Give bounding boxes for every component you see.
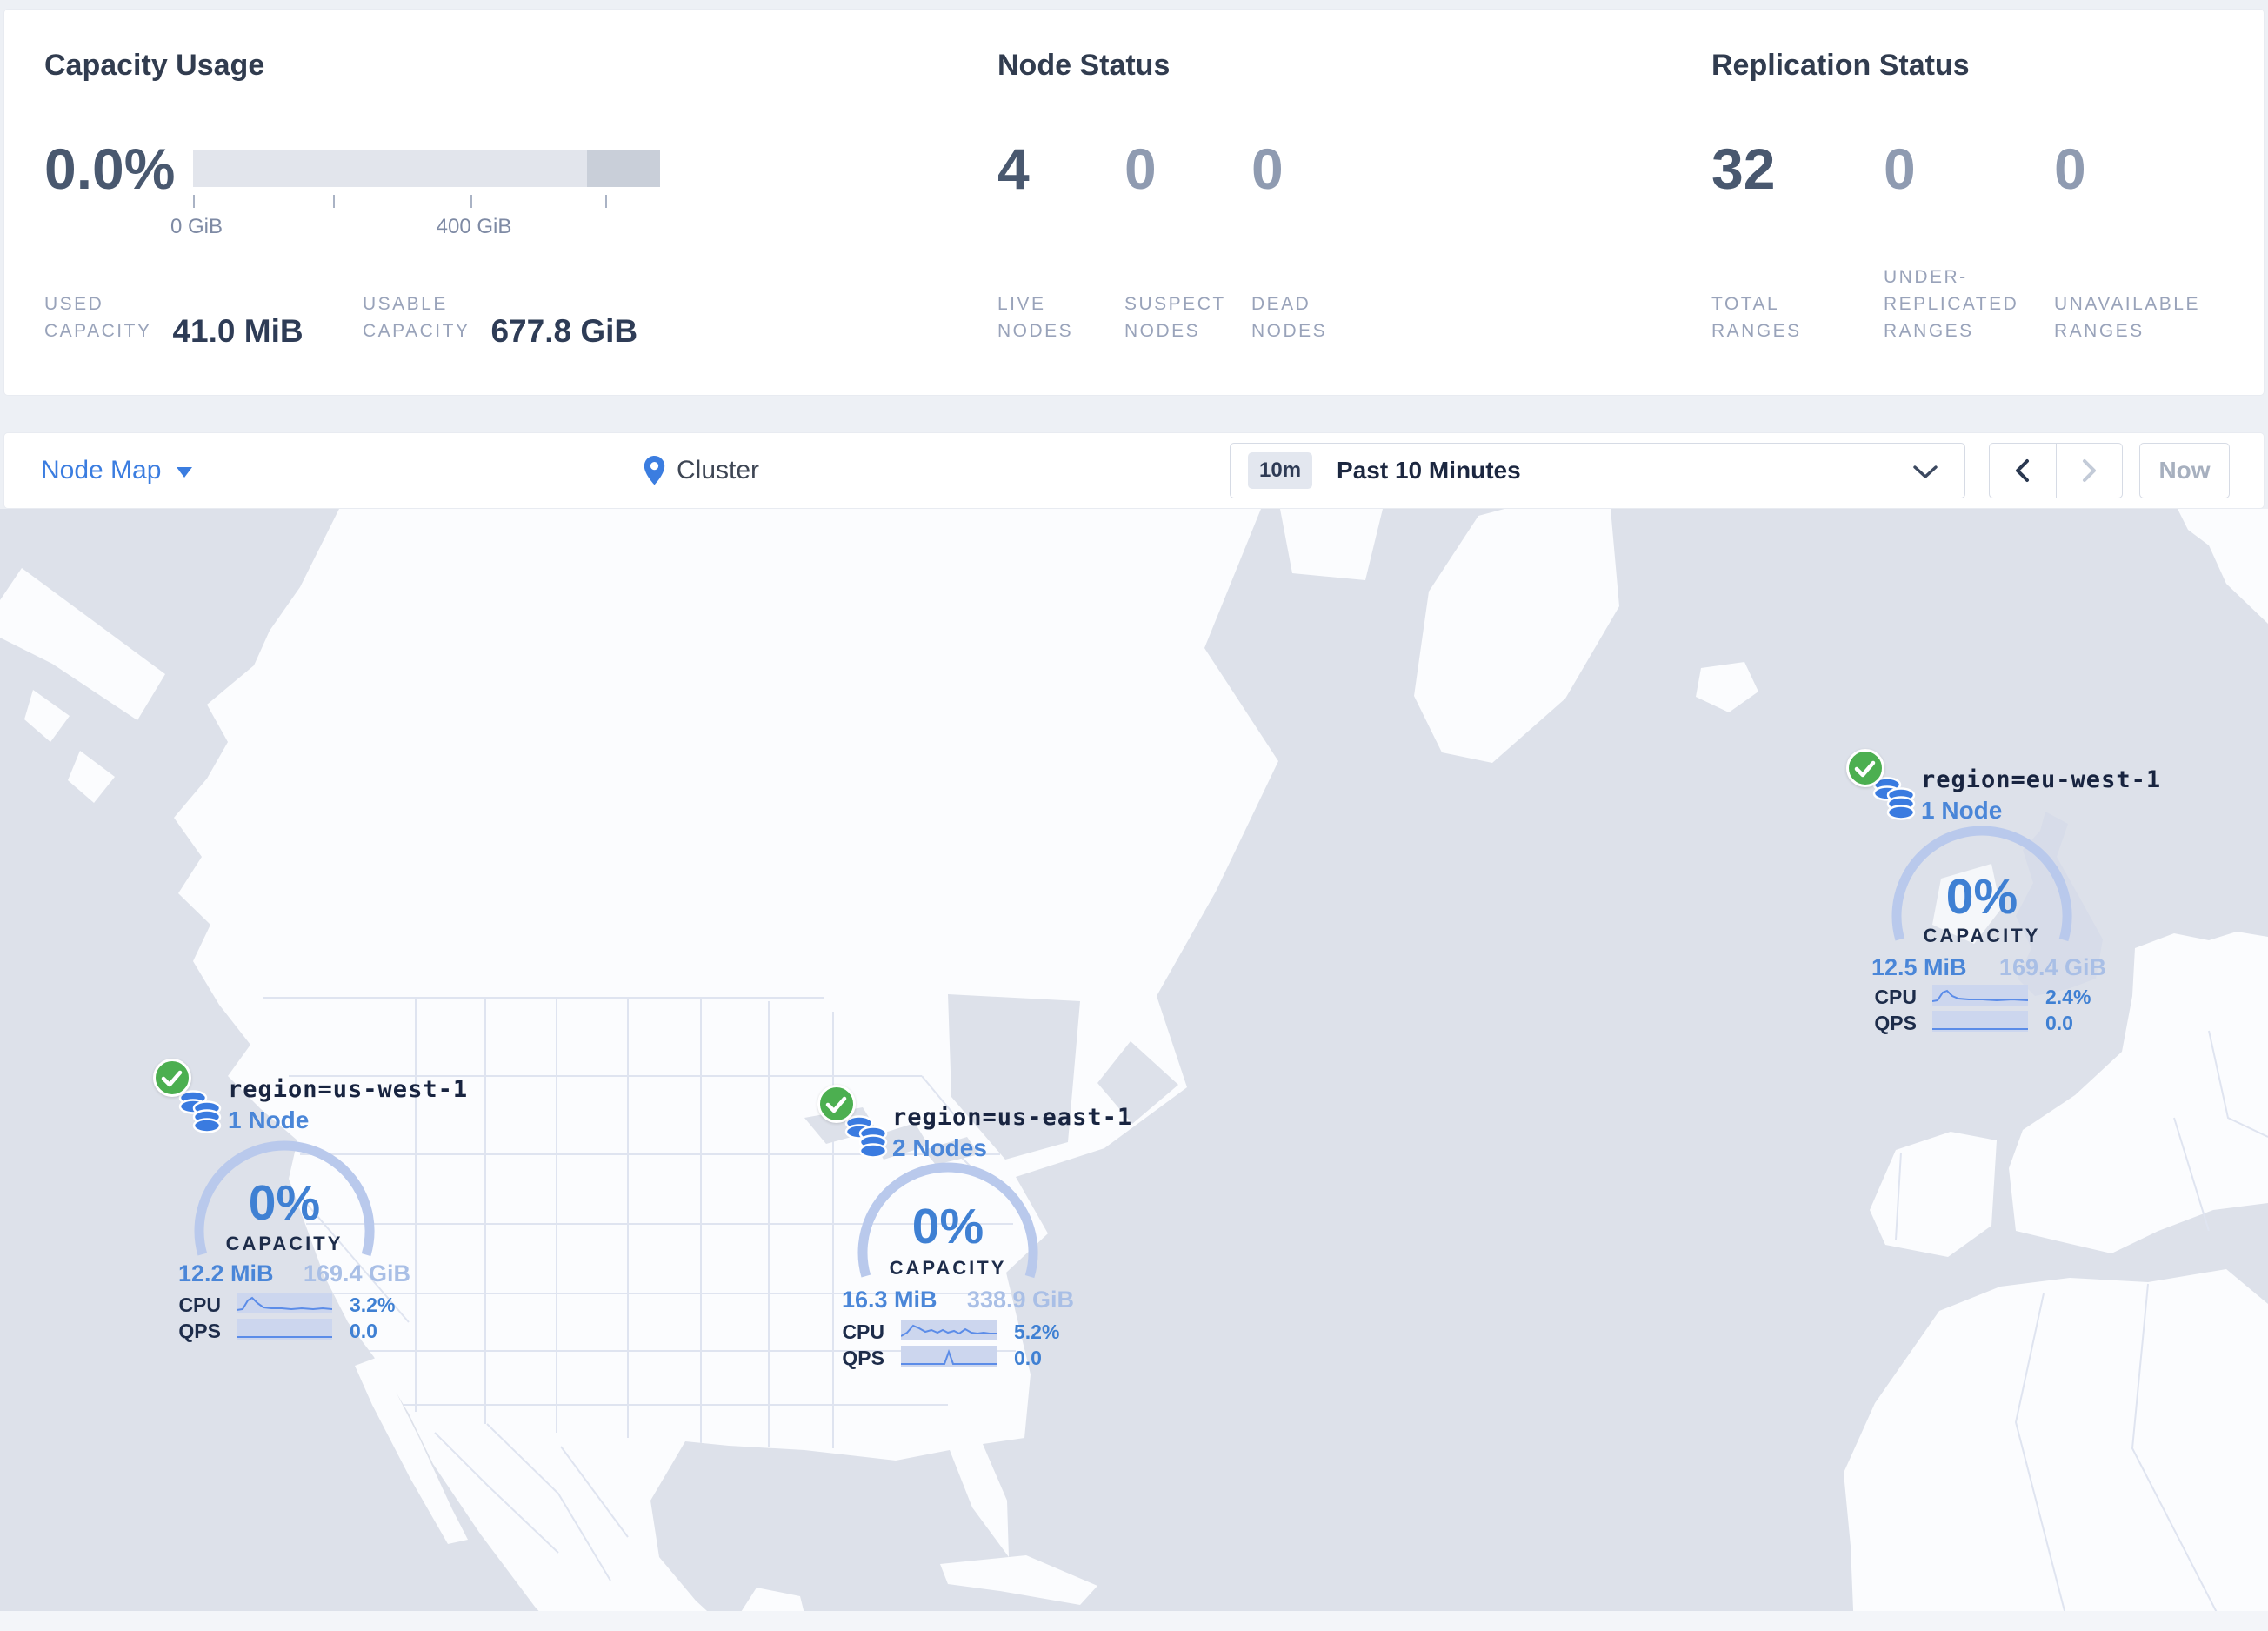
node-map: region=us-west-1 1 Node 0% CAPACITY 12.2… [0, 509, 2268, 1631]
capacity-used-value: 12.2 MiB [178, 1260, 274, 1287]
location-pin-icon [644, 456, 665, 485]
cpu-value: 5.2% [1014, 1320, 1060, 1343]
usable-capacity-metric: USABLE CAPACITY 677.8 GiB [363, 291, 638, 349]
healthy-check-icon [1846, 749, 1884, 787]
qps-value: 0.0 [2045, 1012, 2073, 1034]
capacity-gauge-percent: 0% [911, 1199, 984, 1254]
live-nodes-label: LIVE NODES [997, 294, 1074, 341]
used-capacity-label: USED CAPACITY [44, 294, 152, 341]
view-selector-label: Node Map [41, 456, 162, 485]
time-range-label: Past 10 Minutes [1337, 457, 1521, 484]
dead-nodes-count: 0 [1251, 137, 1284, 201]
cpu-value: 3.2% [350, 1293, 396, 1316]
caret-down-icon [177, 467, 193, 478]
chevron-down-icon [1913, 465, 1938, 478]
node-status-title: Node Status [997, 49, 1171, 82]
capacity-used-value: 12.5 MiB [1871, 954, 1967, 980]
capacity-gauge-percent: 0% [248, 1175, 321, 1231]
qps-sparkline [237, 1319, 332, 1340]
axis-tick [470, 195, 472, 208]
region-node-count-link[interactable]: 1 Node [228, 1106, 309, 1134]
qps-value: 0.0 [350, 1320, 377, 1342]
healthy-check-icon [153, 1059, 191, 1097]
live-nodes-count: 4 [997, 137, 1030, 201]
cpu-label: CPU [842, 1320, 884, 1343]
capacity-total-value: 169.4 GiB [1998, 954, 2106, 980]
axis-tick [193, 195, 195, 208]
cpu-label: CPU [178, 1293, 221, 1316]
unavailable-count: 0 [2054, 137, 2086, 201]
capacity-usage-title: Capacity Usage [44, 49, 265, 82]
qps-sparkline [901, 1346, 997, 1367]
chevron-left-icon [2015, 459, 2029, 482]
used-capacity-metric: USED CAPACITY 41.0 MiB [44, 291, 304, 349]
capacity-total-value: 338.9 GiB [966, 1287, 1074, 1313]
qps-value: 0.0 [1014, 1347, 1042, 1369]
axis-tick [333, 195, 335, 208]
cpu-sparkline [237, 1293, 332, 1313]
under-replicated-label: UNDER- REPLICATED RANGES [1884, 267, 2019, 341]
now-button[interactable]: Now [2139, 443, 2230, 498]
view-selector-dropdown[interactable]: Node Map [41, 433, 193, 508]
capacity-gauge-label: CAPACITY [225, 1233, 344, 1254]
region-name: region=eu-west-1 [1921, 766, 2162, 793]
capacity-bar-spare-segment [587, 150, 660, 187]
time-nav-buttons [1989, 443, 2123, 498]
axis-tick-label: 400 GiB [436, 215, 512, 238]
time-range-dropdown[interactable]: 10m Past 10 Minutes [1230, 443, 1965, 498]
cpu-label: CPU [1874, 986, 1917, 1008]
usable-capacity-label: USABLE CAPACITY [363, 294, 470, 341]
map-toolbar: Node Map Cluster 10m Past 10 Minutes Now [3, 432, 2265, 509]
time-prev-button[interactable] [1990, 444, 2057, 498]
usable-capacity-value: 677.8 GiB [490, 313, 638, 349]
region-name: region=us-east-1 [892, 1104, 1133, 1131]
region-node-count-link[interactable]: 1 Node [1921, 797, 2002, 825]
time-range-badge: 10m [1248, 452, 1313, 489]
qps-sparkline [1932, 1011, 2028, 1032]
time-next-button[interactable] [2057, 444, 2123, 498]
healthy-check-icon [817, 1085, 856, 1123]
used-capacity-value: 41.0 MiB [172, 313, 304, 349]
axis-tick [605, 195, 607, 208]
breadcrumb-label: Cluster [677, 456, 760, 485]
chevron-right-icon [2083, 459, 2097, 482]
total-ranges-label: TOTAL RANGES [1711, 294, 1802, 341]
capacity-total-value: 169.4 GiB [303, 1260, 410, 1287]
world-map-graphic [0, 509, 2268, 1631]
capacity-gauge-percent: 0% [1945, 869, 2018, 925]
cpu-sparkline [901, 1320, 997, 1340]
capacity-usage-bar [193, 150, 660, 187]
capacity-usage-percent: 0.0% [44, 137, 176, 201]
region-name: region=us-west-1 [228, 1076, 469, 1103]
iberia-landmass [1870, 1132, 1997, 1257]
capacity-used-value: 16.3 MiB [842, 1287, 937, 1313]
axis-tick-label: 0 GiB [170, 215, 223, 238]
dead-nodes-label: DEAD NODES [1251, 294, 1328, 341]
suspect-nodes-label: SUSPECT NODES [1124, 294, 1226, 341]
qps-label: QPS [842, 1347, 884, 1369]
breadcrumb[interactable]: Cluster [643, 433, 759, 508]
cpu-sparkline [1932, 985, 2028, 1006]
map-bottom-edge [0, 1611, 2268, 1631]
cluster-summary-bar: Capacity Usage 0.0% 0 GiB 400 GiB USED C… [3, 9, 2265, 396]
qps-label: QPS [178, 1320, 221, 1342]
cpu-value: 2.4% [2045, 986, 2091, 1008]
total-ranges-count: 32 [1711, 137, 1776, 201]
capacity-gauge-label: CAPACITY [889, 1257, 1007, 1279]
under-replicated-count: 0 [1884, 137, 1916, 201]
unavailable-label: UNAVAILABLE RANGES [2054, 294, 2200, 341]
replication-status-title: Replication Status [1711, 49, 1970, 82]
suspect-nodes-count: 0 [1124, 137, 1157, 201]
capacity-gauge-label: CAPACITY [1923, 925, 2041, 946]
qps-label: QPS [1874, 1012, 1917, 1034]
north-atlantic-land [1280, 509, 2268, 763]
